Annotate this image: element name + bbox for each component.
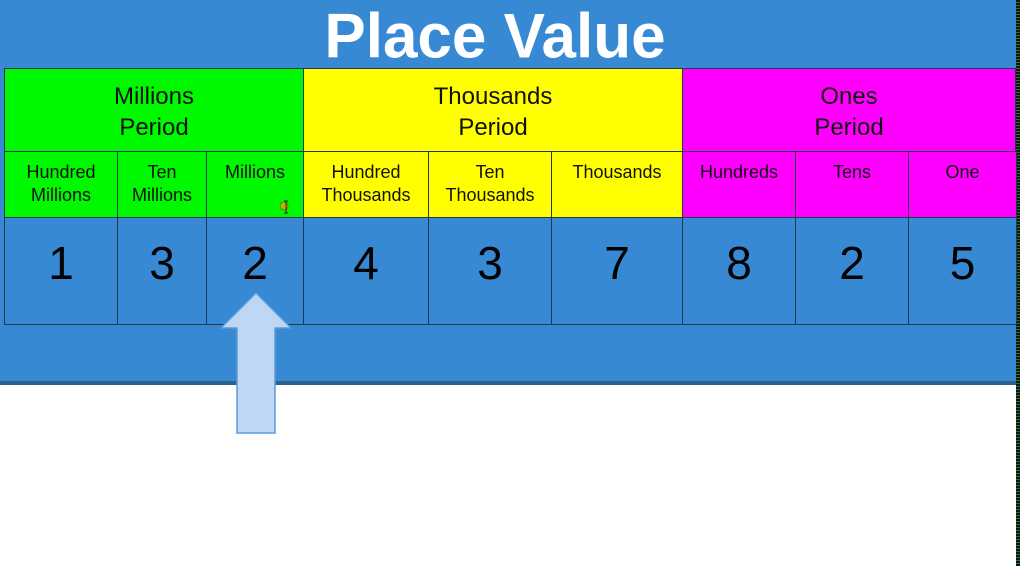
digit-cell: 8 xyxy=(682,217,796,325)
period-header-millions: Millions Period xyxy=(4,68,304,152)
period-label-line1: Thousands xyxy=(433,83,553,110)
digit-cell: 5 xyxy=(908,217,1017,325)
place-label-line2: Thousands xyxy=(445,185,535,205)
place-label-line1: Thousands xyxy=(572,162,662,182)
place-label-line1: Ten xyxy=(147,162,177,182)
period-label-line2: Period xyxy=(458,114,528,141)
place-label-line1: Hundreds xyxy=(699,162,779,182)
place-header: Hundred Thousands xyxy=(303,151,429,218)
up-arrow-icon xyxy=(219,292,293,434)
slide-title: Place Value xyxy=(324,1,666,72)
place-label-line2: Millions xyxy=(30,185,91,205)
digit-cell: 1 xyxy=(4,217,118,325)
text-cursor-icon xyxy=(280,200,289,214)
period-header-thousands: Thousands Period xyxy=(303,68,683,152)
place-header: Thousands xyxy=(551,151,683,218)
digit-cell: 2 xyxy=(795,217,909,325)
place-header: One xyxy=(908,151,1017,218)
place-label-line1: Ten xyxy=(475,162,505,182)
place-label-line2: Thousands xyxy=(321,185,411,205)
period-label-line1: Millions xyxy=(113,83,194,110)
place-header: Hundred Millions xyxy=(4,151,118,218)
place-label-line1: Millions xyxy=(224,162,285,182)
place-label-line2: Millions xyxy=(131,185,192,205)
period-header-ones: Ones Period xyxy=(682,68,1016,152)
digit-cell: 4 xyxy=(303,217,429,325)
digit-cell: 7 xyxy=(551,217,683,325)
period-label-line2: Period xyxy=(814,114,884,141)
place-label-line1: Hundred xyxy=(331,162,401,182)
period-label-line1: Ones xyxy=(820,83,878,110)
place-label-line1: One xyxy=(945,162,980,182)
period-label-line2: Period xyxy=(119,114,189,141)
place-label-line1: Hundred xyxy=(26,162,96,182)
place-header: Tens xyxy=(795,151,909,218)
digit-cell: 3 xyxy=(428,217,552,325)
place-header: Ten Millions xyxy=(117,151,207,218)
place-label-line1: Tens xyxy=(832,162,872,182)
place-header: Ten Thousands xyxy=(428,151,552,218)
digit-cell: 3 xyxy=(117,217,207,325)
place-header: Hundreds xyxy=(682,151,796,218)
